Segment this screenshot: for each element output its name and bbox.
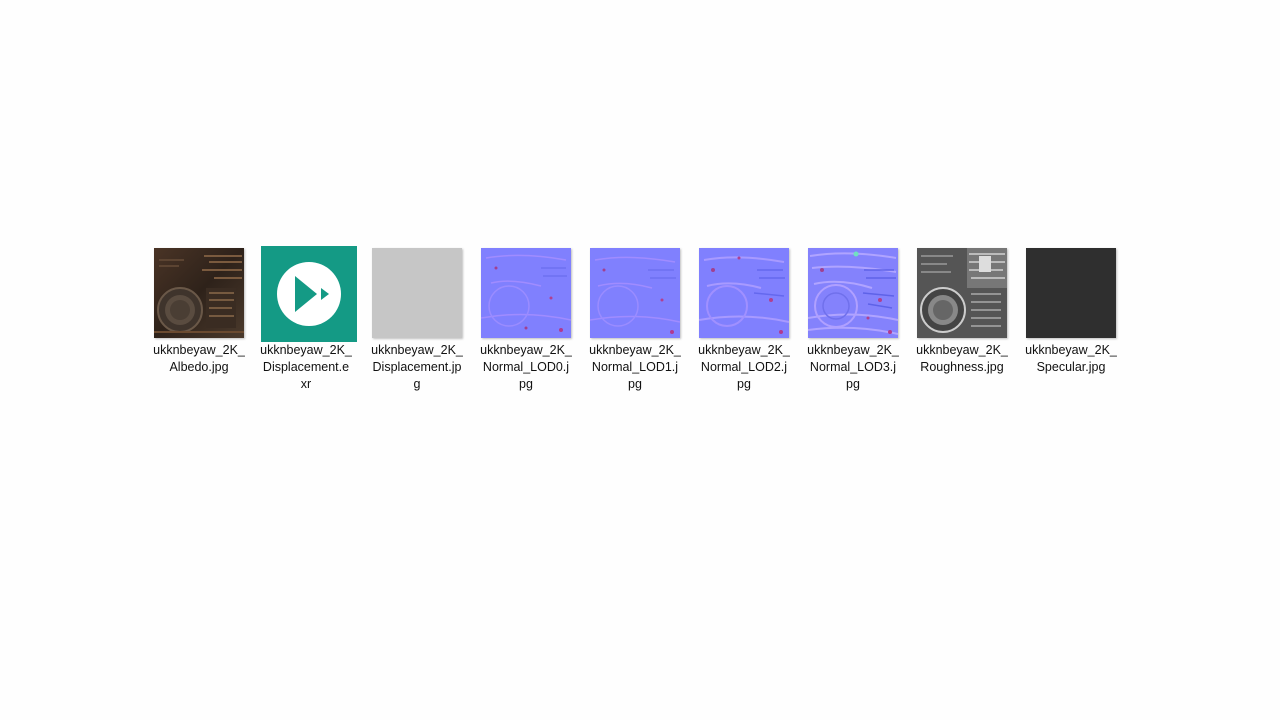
file-name: ukknbeyaw_2K_ Normal_LOD2.j pg — [698, 343, 790, 391]
image-thumbnail-icon — [1026, 248, 1116, 338]
file-name: ukknbeyaw_2K_ Displacement.jp g — [371, 343, 463, 391]
file-item-normal-lod3[interactable]: ukknbeyaw_2K_ Normal_LOD3.j pg — [803, 245, 908, 405]
file-item-albedo[interactable]: ukknbeyaw_2K_ Albedo.jpg — [149, 245, 254, 405]
file-item-specular[interactable]: ukknbeyaw_2K_ Specular.jpg — [1021, 245, 1126, 405]
image-thumbnail-icon — [917, 248, 1007, 338]
file-item-roughness[interactable]: ukknbeyaw_2K_ Roughness.jpg — [912, 245, 1017, 405]
file-item-displacement-exr[interactable]: ukknbeyaw_2K_ Displacement.e xr — [256, 245, 361, 405]
exr-app-tile — [261, 246, 357, 342]
file-name: ukknbeyaw_2K_ Specular.jpg — [1025, 343, 1117, 374]
file-name: ukknbeyaw_2K_ Normal_LOD3.j pg — [807, 343, 899, 391]
media-player-icon — [261, 246, 357, 342]
file-name: ukknbeyaw_2K_ Albedo.jpg — [153, 343, 245, 374]
image-thumbnail-icon — [699, 248, 789, 338]
play-circle-icon — [277, 262, 341, 326]
file-name: ukknbeyaw_2K_ Normal_LOD0.j pg — [480, 343, 572, 391]
file-name: ukknbeyaw_2K_ Roughness.jpg — [916, 343, 1008, 374]
image-thumbnail-icon — [154, 248, 244, 338]
file-item-normal-lod0[interactable]: ukknbeyaw_2K_ Normal_LOD0.j pg — [476, 245, 581, 405]
file-grid: ukknbeyaw_2K_ Albedo.jpg ukknbeyaw_2K_ D… — [149, 245, 1129, 405]
image-thumbnail-icon — [808, 248, 898, 338]
file-name: ukknbeyaw_2K_ Displacement.e xr — [260, 343, 352, 391]
file-item-displacement-jpg[interactable]: ukknbeyaw_2K_ Displacement.jp g — [367, 245, 472, 405]
image-thumbnail-icon — [372, 248, 462, 338]
image-thumbnail-icon — [481, 248, 571, 338]
file-item-normal-lod2[interactable]: ukknbeyaw_2K_ Normal_LOD2.j pg — [694, 245, 799, 405]
file-item-normal-lod1[interactable]: ukknbeyaw_2K_ Normal_LOD1.j pg — [585, 245, 690, 405]
file-name: ukknbeyaw_2K_ Normal_LOD1.j pg — [589, 343, 681, 391]
image-thumbnail-icon — [590, 248, 680, 338]
